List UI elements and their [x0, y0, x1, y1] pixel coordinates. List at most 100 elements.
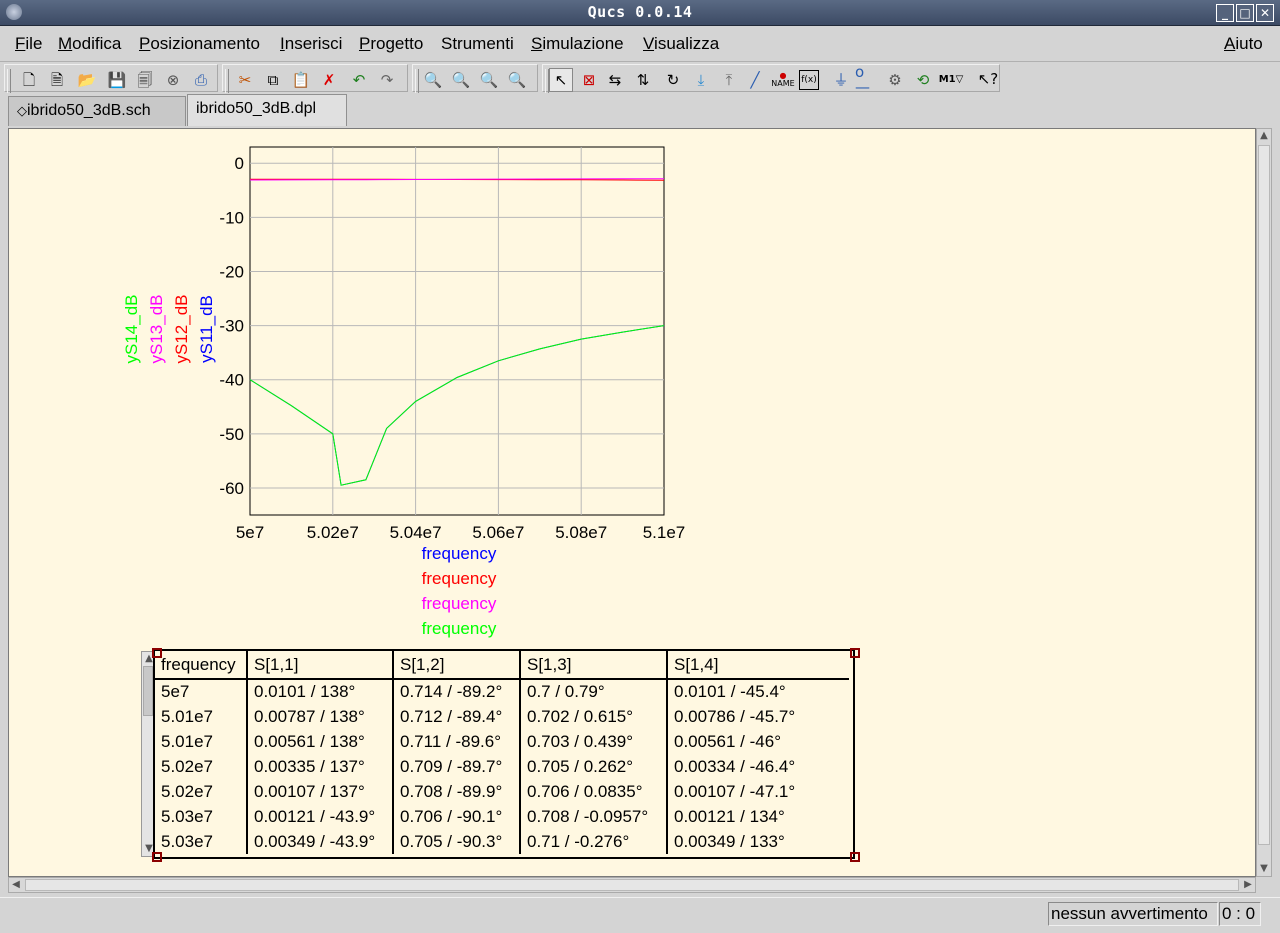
menu-progetto[interactable]: Progetto [359, 34, 423, 54]
menu-bar: File Modifica Posizionamento Inserisci P… [0, 26, 1280, 62]
save-icon[interactable]: 💾 [105, 68, 129, 92]
toolbar-grip[interactable] [415, 69, 419, 93]
open-folder-icon[interactable]: 📂 [75, 68, 99, 92]
scroll-up-icon[interactable]: ▲ [1257, 129, 1271, 143]
x-tick-label: 5.08e7 [555, 523, 607, 542]
menu-simulazione[interactable]: Simulazione [531, 34, 624, 54]
menu-visualizza[interactable]: Visualizza [643, 34, 719, 54]
plot-frame [249, 146, 665, 516]
resize-handle-bottom-left[interactable] [152, 852, 162, 862]
toolbar-grip[interactable] [7, 69, 11, 93]
tab-display[interactable]: ibrido50_3dB.dpl [187, 94, 347, 126]
undo-icon[interactable]: ↶ [347, 68, 371, 92]
y-legend-label-ys14_db: yS14_dB [122, 295, 141, 364]
table-row: 5.02e7 0.00335 / 137° 0.709 / -89.7° 0.705 … [153, 754, 849, 779]
table-row: 5.01e7 0.00561 / 138° 0.711 / -89.6° 0.703 … [153, 729, 849, 754]
table-cell: 0.703 / 0.439° [519, 729, 667, 754]
port-icon[interactable]: o— [855, 65, 879, 95]
y-legend-label-ys12_db: yS12_dB [172, 295, 191, 364]
table-cell: 0.712 / -89.4° [392, 704, 520, 729]
table-cell: 0.708 / -0.0957° [519, 804, 667, 829]
redo-icon[interactable]: ↷ [375, 68, 399, 92]
close-doc-icon[interactable]: ⊗ [161, 68, 185, 92]
table-cell: 0.00121 / 134° [666, 804, 849, 829]
table-row: 5.03e7 0.00121 / -43.9° 0.706 / -90.1° 0.70… [153, 804, 849, 829]
cartesian-diagram[interactable]: 5e7 5.02e7 5.04e7 5.06e7 5.08e7 5.1e7 0 -10 -20 -… [9, 129, 1256, 649]
scroll-right-icon[interactable]: ▶ [1241, 878, 1255, 892]
table-cell: 0.705 / -90.3° [392, 829, 520, 854]
mirror-y-icon[interactable]: ⇅ [631, 68, 655, 92]
table-scroll-thumb[interactable] [143, 666, 153, 716]
select-pointer-icon[interactable]: ↖ [549, 68, 573, 92]
menu-aiuto[interactable]: Aiuto [1224, 34, 1263, 54]
new-text-icon[interactable]: 🗎 [45, 68, 69, 92]
cursor-position: 0 : 0 [1219, 902, 1261, 926]
status-bar: nessun avvertimento 0 : 0 [0, 897, 1280, 933]
toolbar-grip[interactable] [225, 69, 229, 93]
go-into-subcircuit-icon[interactable]: ⤓ [689, 68, 713, 92]
wire-label-icon[interactable]: ● NAME [771, 68, 795, 92]
table-cell: 0.7 / 0.79° [519, 679, 667, 704]
delete-icon[interactable]: ✗ [317, 68, 341, 92]
table-cell: 0.706 / 0.0835° [519, 779, 667, 804]
cut-icon[interactable]: ✂ [233, 68, 257, 92]
scroll-left-icon[interactable]: ◀ [9, 878, 23, 892]
menu-inserisci[interactable]: Inserisci [280, 34, 342, 54]
paste-icon[interactable]: 📋 [289, 68, 313, 92]
simulate-gear-icon[interactable]: ⚙ [883, 68, 907, 92]
copy-icon[interactable]: ⧉ [261, 68, 285, 92]
zoom-out-icon[interactable]: 🔍 [505, 68, 529, 92]
menu-posizionamento[interactable]: Posizionamento [139, 34, 260, 54]
table-cell: 0.0101 / 138° [246, 679, 393, 704]
deactivate-icon[interactable]: ⊠ [577, 68, 601, 92]
schematic-file-icon: ◇ [17, 103, 27, 118]
table-cell: 5.02e7 [161, 756, 213, 776]
x-legend-label-s14: frequency [421, 619, 497, 638]
y-tick-label: -40 [219, 371, 244, 390]
rotate-icon[interactable]: ↻ [661, 68, 685, 92]
save-all-icon[interactable]: 🗐 [133, 68, 157, 92]
vertical-scrollbar[interactable]: ▲ ▼ [1256, 128, 1272, 877]
zoom-in-icon[interactable]: 🔍 [477, 68, 501, 92]
menu-modifica[interactable]: Modifica [58, 34, 121, 54]
marker-icon[interactable]: M1▽ [939, 68, 964, 92]
table-header-row: frequency S[1,1] S[1,2] S[1,3] S[1,4] [153, 651, 849, 680]
mirror-x-icon[interactable]: ⇆ [603, 68, 627, 92]
y-tick-label: -10 [219, 208, 244, 227]
new-file-icon[interactable]: 🗋 [17, 68, 41, 92]
document-canvas[interactable]: 5e7 5.02e7 5.04e7 5.06e7 5.08e7 5.1e7 0 -10 -20 -… [8, 128, 1256, 877]
minimize-button[interactable]: _ [1216, 4, 1234, 22]
y-tick-label: -60 [219, 479, 244, 498]
table-cell: 0.702 / 0.615° [519, 704, 667, 729]
maximize-button[interactable]: □ [1236, 4, 1254, 22]
scroll-down-icon[interactable]: ▼ [1257, 862, 1271, 876]
table-cell: 0.711 / -89.6° [392, 729, 520, 754]
horizontal-scrollbar[interactable]: ◀ ▶ [8, 877, 1256, 893]
print-icon[interactable]: ⎙ [189, 68, 213, 92]
menu-strumenti[interactable]: Strumenti [441, 34, 514, 54]
equation-icon[interactable]: f(x) [799, 70, 819, 90]
resize-handle-bottom-right[interactable] [850, 852, 860, 862]
menu-file[interactable]: File [15, 34, 42, 54]
ground-icon[interactable]: ⏚ [829, 68, 853, 92]
table-cell: 0.00107 / -47.1° [666, 779, 849, 804]
table-cell: 0.00561 / -46° [666, 729, 849, 754]
whats-this-help-icon[interactable]: ↖? [976, 67, 1000, 91]
y-legend-label-ys11_db: yS11_dB [197, 295, 216, 363]
edit-toolbar: ✂ ⧉ 📋 ✗ ↶ ↷ [222, 64, 408, 93]
table-cell: 0.706 / -90.1° [392, 804, 520, 829]
dpl-sch-switch-icon[interactable]: ⟲ [911, 68, 935, 92]
vertical-scroll-thumb[interactable] [1258, 145, 1270, 845]
zoom-one-icon[interactable]: 🔍 [449, 68, 473, 92]
wire-icon[interactable]: ╱ [743, 68, 767, 92]
file-toolbar: 🗋 🗎 📂 💾 🗐 ⊗ ⎙ [4, 64, 218, 93]
zoom-fit-icon[interactable]: 🔍 [421, 68, 445, 92]
table-cell: 0.708 / -89.9° [392, 779, 520, 804]
resize-handle-top-right[interactable] [850, 648, 860, 658]
tabular-diagram[interactable]: ▲ ▼ frequency S[1,1] S[1,2] S[1,3] S[1,4] 5e… [139, 648, 860, 862]
horizontal-scroll-thumb[interactable] [25, 879, 1239, 891]
resize-handle-top-left[interactable] [152, 648, 162, 658]
close-window-button[interactable]: ✕ [1256, 4, 1274, 22]
pop-out-icon[interactable]: ⤒ [717, 68, 741, 92]
tab-schematic[interactable]: ◇ibrido50_3dB.sch [8, 96, 186, 126]
